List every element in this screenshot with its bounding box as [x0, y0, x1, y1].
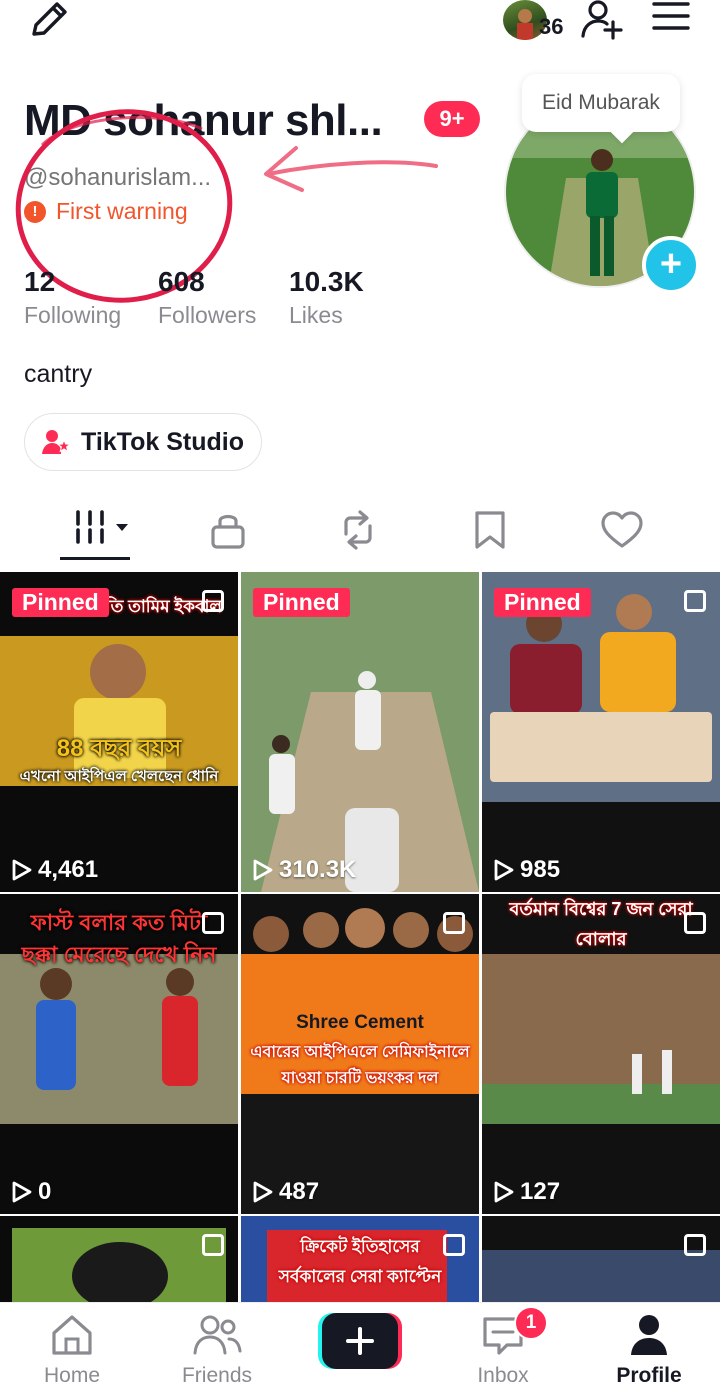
- multi-select-icon: [684, 1234, 706, 1256]
- menu-icon[interactable]: [652, 0, 690, 34]
- video-thumbnail: [482, 572, 720, 892]
- video-tile[interactable]: ফাস্ট বলার কত মিটা ছক্কা মেরেছে দেখে নিন…: [0, 894, 238, 1214]
- multi-select-icon: [443, 912, 465, 934]
- video-views: 985: [494, 856, 560, 884]
- plus-icon: [318, 1313, 402, 1369]
- nav-profile[interactable]: Profile: [594, 1313, 704, 1384]
- multi-select-icon: [684, 912, 706, 934]
- pinned-badge: Pinned: [12, 588, 109, 617]
- tab-liked[interactable]: [582, 500, 662, 560]
- video-views: 0: [12, 1178, 51, 1206]
- profile-bio: cantry: [24, 360, 93, 388]
- nav-label: Home: [43, 1364, 101, 1384]
- stat-label: Likes: [289, 302, 343, 328]
- play-icon: [253, 859, 273, 881]
- stat-label: Following: [24, 302, 122, 328]
- video-views: 127: [494, 1178, 560, 1206]
- tiktok-studio-button[interactable]: TikTok Studio: [24, 413, 262, 471]
- pinned-badge: Pinned: [494, 588, 591, 617]
- create-button[interactable]: [318, 1313, 402, 1369]
- multi-select-icon: [202, 1234, 224, 1256]
- friends-icon: [193, 1315, 242, 1355]
- profile-icon: [631, 1315, 667, 1355]
- stat-value: 12: [24, 266, 56, 297]
- red-annotation-arrow: [264, 146, 438, 192]
- tab-private[interactable]: [188, 500, 268, 560]
- active-tab-indicator: [60, 557, 130, 560]
- view-count: 0: [38, 1178, 52, 1205]
- stat-following[interactable]: 12 Following: [24, 266, 121, 329]
- play-icon: [253, 1181, 273, 1203]
- video-thumbnail: [0, 1216, 238, 1302]
- top-bar: 36: [0, 0, 720, 56]
- nav-label: Profile: [616, 1364, 682, 1384]
- stat-value: 608: [158, 266, 205, 297]
- view-count: 4,461: [38, 856, 99, 883]
- video-caption-sub: সর্বকালের সেরা ক্যাপ্টেন: [278, 1267, 442, 1286]
- jersey-text: Shree Cement: [296, 1012, 424, 1033]
- video-caption-sub: যাওয়া চারটি ভয়ংকর দল: [281, 1070, 439, 1087]
- video-caption-sub: ছক্কা মেরেছে দেখে নিন: [21, 942, 217, 967]
- view-count: 310.3K: [279, 856, 357, 883]
- video-views: 310.3K: [253, 856, 356, 884]
- nav-friends[interactable]: Friends: [162, 1313, 272, 1384]
- bookmark-icon: [475, 511, 505, 549]
- home-icon: [52, 1315, 92, 1355]
- video-thumbnail: [482, 1216, 720, 1302]
- video-tile[interactable]: বর্তমান বিশ্বের 7 জন সেরা বোলার 127: [482, 894, 720, 1214]
- video-caption-sub: এখনো আইপিএল খেলছেন ধোনি: [19, 768, 219, 785]
- heart-icon: [601, 511, 643, 548]
- nav-label: Inbox: [477, 1364, 529, 1384]
- video-views: 487: [253, 1178, 319, 1206]
- nav-home[interactable]: Home: [17, 1313, 127, 1384]
- edit-pencil-icon[interactable]: [28, 0, 72, 40]
- avatar-bubble[interactable]: Eid Mubarak: [522, 74, 680, 132]
- grid-icon: [76, 510, 128, 544]
- play-icon: [494, 859, 514, 881]
- nav-label: Friends: [181, 1364, 253, 1384]
- tab-reposts[interactable]: [318, 500, 398, 560]
- stat-value: 10.3K: [289, 266, 364, 297]
- add-friend-icon[interactable]: [580, 0, 626, 40]
- multi-select-icon: [443, 1234, 465, 1256]
- video-views: 4,461: [12, 856, 98, 884]
- profile-tabs: [0, 500, 720, 564]
- play-icon: [12, 859, 32, 881]
- video-tile[interactable]: Shree Cement এবারের আইপিএলে সেমিফাইনালে …: [241, 894, 479, 1214]
- tab-videos[interactable]: [62, 500, 142, 560]
- video-tile[interactable]: ক্রিকেট ইতিহাসের সর্বকালের সেরা ক্যাপ্টে…: [241, 1216, 479, 1302]
- stat-likes[interactable]: 10.3K Likes: [289, 266, 364, 329]
- story-count: 36: [539, 14, 564, 39]
- video-tile[interactable]: [0, 1216, 238, 1302]
- video-tile[interactable]: [482, 1216, 720, 1302]
- tab-favorites[interactable]: [450, 500, 530, 560]
- view-count: 127: [520, 1178, 561, 1205]
- video-caption: 88 বছর বয়স: [56, 735, 182, 762]
- stat-followers[interactable]: 608 Followers: [158, 266, 256, 329]
- stat-label: Followers: [158, 302, 257, 328]
- repost-icon: [344, 510, 372, 550]
- play-icon: [12, 1181, 32, 1203]
- avatar-add-icon[interactable]: +: [642, 236, 700, 294]
- view-count: 985: [520, 856, 561, 883]
- video-tile[interactable]: Pinned 310.3K: [241, 572, 479, 892]
- video-thumbnail: [241, 572, 479, 892]
- lock-icon: [211, 514, 245, 549]
- pinned-badge: Pinned: [253, 588, 350, 617]
- multi-select-icon: [684, 590, 706, 612]
- multi-select-icon: [202, 590, 224, 612]
- inbox-badge: 1: [514, 1306, 548, 1340]
- notification-badge[interactable]: 9+: [424, 101, 480, 137]
- bottom-nav: Home Friends Inbox 1 Profile: [0, 1302, 720, 1384]
- view-count: 487: [279, 1178, 320, 1205]
- multi-select-icon: [202, 912, 224, 934]
- studio-icon: [42, 430, 71, 454]
- play-icon: [494, 1181, 514, 1203]
- video-tile[interactable]: Pinned 985: [482, 572, 720, 892]
- studio-label: TikTok Studio: [81, 427, 244, 456]
- video-tile[interactable]: বিসিবি সভাপতি তামিম ইকবাল 88 বছর বয়স এখ…: [0, 572, 238, 892]
